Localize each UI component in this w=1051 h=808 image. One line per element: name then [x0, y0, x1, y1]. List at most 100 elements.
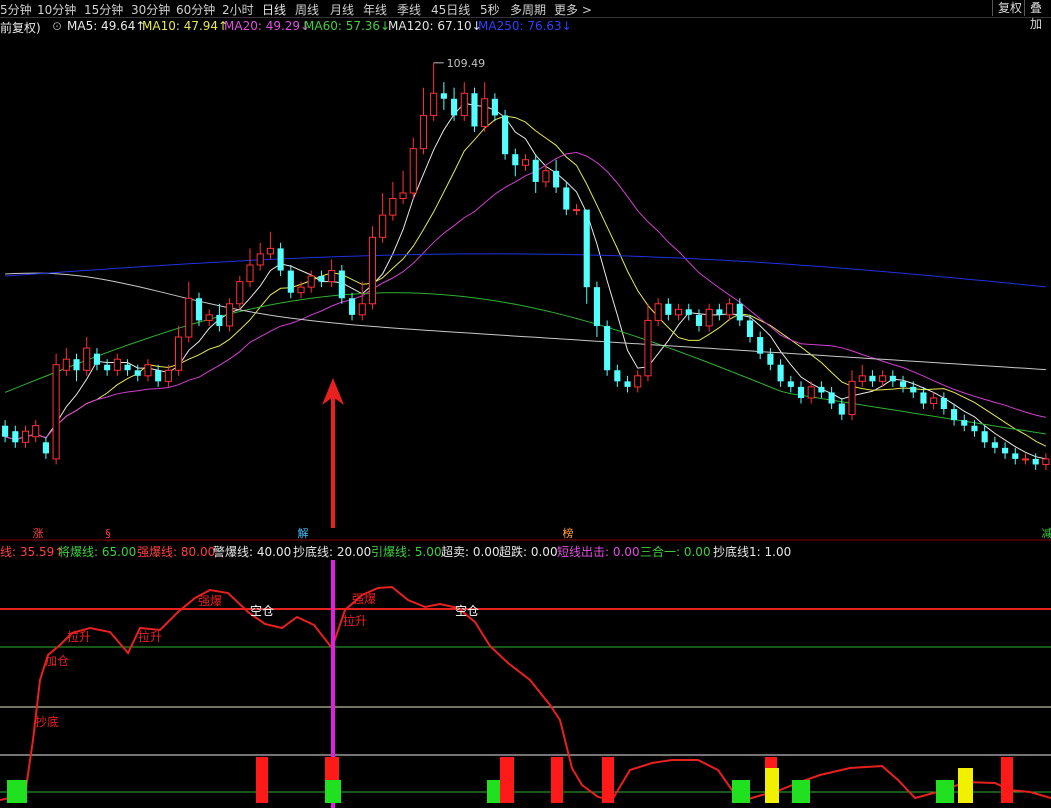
indicator-legend-item-3: 警爆线: 40.00	[213, 545, 292, 559]
candle-body-75	[767, 353, 774, 365]
annotation-lasheng2: 拉升	[138, 629, 162, 644]
candle-body-20	[205, 314, 213, 321]
candle-body-85	[869, 375, 876, 382]
period-2[interactable]: 15分钟	[84, 1, 123, 18]
candle-body-70	[716, 309, 723, 315]
candle-body-57	[583, 209, 590, 288]
period-3[interactable]: 30分钟	[131, 1, 170, 18]
adjust-label[interactable]: 前复权)	[0, 19, 41, 36]
candle-body-40	[409, 148, 417, 194]
candle-body-25	[256, 253, 264, 266]
annotation-lasheng1: 拉升	[67, 629, 91, 644]
candle-body-94	[961, 420, 968, 426]
period-9[interactable]: 年线	[363, 1, 387, 18]
candle-body-66	[674, 308, 683, 316]
period-13[interactable]: 多周期	[510, 1, 546, 18]
candle-body-76	[777, 364, 784, 382]
candle-body-68	[695, 314, 703, 326]
candle-body-14	[144, 364, 152, 377]
high-marker-label: 109.49	[447, 57, 486, 70]
candle-body-78	[797, 386, 805, 398]
candle-body-19	[195, 298, 203, 321]
candle-body-44	[451, 98, 458, 116]
indicator-legend-item-7: 超跌: 0.00	[499, 545, 558, 559]
indicator-legend-item-6: 超卖: 0.00	[441, 545, 500, 559]
period-14[interactable]: 更多 >	[554, 1, 592, 18]
period-0[interactable]: 5分钟	[0, 1, 32, 18]
candle-body-64	[654, 303, 662, 321]
candle-body-61	[624, 381, 631, 387]
candle-body-16	[164, 369, 172, 382]
candle-body-46	[471, 93, 478, 127]
period-8[interactable]: 月线	[330, 1, 354, 18]
candle-body-28	[287, 270, 294, 293]
candle-body-10	[104, 364, 111, 371]
ma-line-MA20	[4, 151, 1047, 441]
candle-body-59	[604, 325, 611, 371]
histogram-bar-7	[602, 757, 614, 803]
candle-body-62	[634, 375, 642, 388]
histogram-bar-12	[936, 780, 954, 803]
candle-body-5	[52, 364, 60, 460]
indicator-curve	[0, 585, 1051, 802]
ma-legend-item-3: MA60: 57.36↓	[304, 19, 391, 33]
candle-body-63	[644, 319, 652, 377]
signal-marker-2: 解	[297, 527, 309, 540]
period-7[interactable]: 周线	[295, 1, 319, 18]
candle-body-1	[12, 431, 19, 443]
annotation-qiangbao2: 强爆	[352, 592, 376, 606]
histogram-bar-3	[325, 780, 341, 803]
period-11[interactable]: 45日线	[431, 1, 470, 18]
indicator-legend-item-4: 抄底线: 20.00	[293, 545, 372, 559]
candle-body-18	[185, 297, 193, 338]
candle-body-26	[266, 247, 274, 255]
fq-button[interactable]: 复权	[992, 0, 1027, 16]
candle-body-90	[920, 392, 927, 404]
candle-body-92	[940, 397, 947, 410]
ma-legend-item-1: MA10: 47.94↑	[142, 19, 229, 33]
indicator-legend-item-2: 强爆线: 80.00	[137, 545, 216, 559]
candle-body-56	[572, 209, 581, 212]
histogram-bar-6	[551, 757, 563, 803]
candle-body-48	[491, 98, 498, 116]
chart-canvas[interactable]: 109.49抄底加仓拉升 拉升强爆空仓拉升强爆空仓	[0, 0, 1051, 808]
indicator-legend-item-8: 短线出击: 0.00	[557, 545, 640, 559]
candle-body-47	[481, 98, 489, 127]
indicator-legend-item-9: 三合一: 0.00	[640, 545, 711, 559]
period-10[interactable]: 季线	[397, 1, 421, 18]
period-4[interactable]: 60分钟	[176, 1, 215, 18]
candle-body-41	[419, 114, 428, 150]
period-6[interactable]: 日线	[262, 1, 286, 18]
settings-icon[interactable]: ⊙	[52, 19, 62, 33]
candle-body-6	[62, 358, 70, 371]
overlay-button[interactable]: 叠加	[1024, 0, 1051, 31]
histogram-bar-10	[765, 768, 779, 803]
candle-body-7	[73, 359, 80, 371]
histogram-bar-0	[7, 780, 27, 803]
candle-body-77	[787, 381, 794, 387]
annotation-qiangbao1: 强爆	[198, 594, 222, 608]
candle-body-50	[512, 154, 519, 166]
candle-body-23	[236, 281, 244, 305]
signal-marker-3: 榜	[562, 527, 574, 540]
candle-body-27	[277, 248, 284, 271]
candle-body-37	[379, 214, 387, 238]
candle-body-8	[83, 347, 91, 371]
candle-body-93	[951, 409, 958, 421]
period-toolbar: 5分钟 10分钟 15分钟 30分钟 60分钟 2小时 日线 周线 月线 年线 季线 45日线 5秒 多周…	[0, 0, 1051, 31]
candle-body-84	[858, 375, 866, 382]
candle-body-15	[155, 370, 162, 382]
period-5[interactable]: 2小时	[222, 1, 254, 18]
histogram-bar-14	[1001, 757, 1013, 803]
candle-body-86	[879, 375, 887, 382]
candle-body-83	[848, 380, 856, 416]
candle-body-38	[389, 198, 397, 216]
ma-legend-item-2: MA20: 49.29↓	[224, 19, 311, 33]
candle-body-21	[216, 314, 223, 326]
candle-body-30	[307, 275, 315, 288]
ma-legend-item-5: MA250: 76.63↓	[478, 19, 572, 33]
period-1[interactable]: 10分钟	[37, 1, 76, 18]
period-12[interactable]: 5秒	[480, 1, 500, 18]
indicator-legend-item-10: 抄底线1: 1.00	[713, 545, 792, 559]
candle-body-72	[736, 303, 743, 321]
